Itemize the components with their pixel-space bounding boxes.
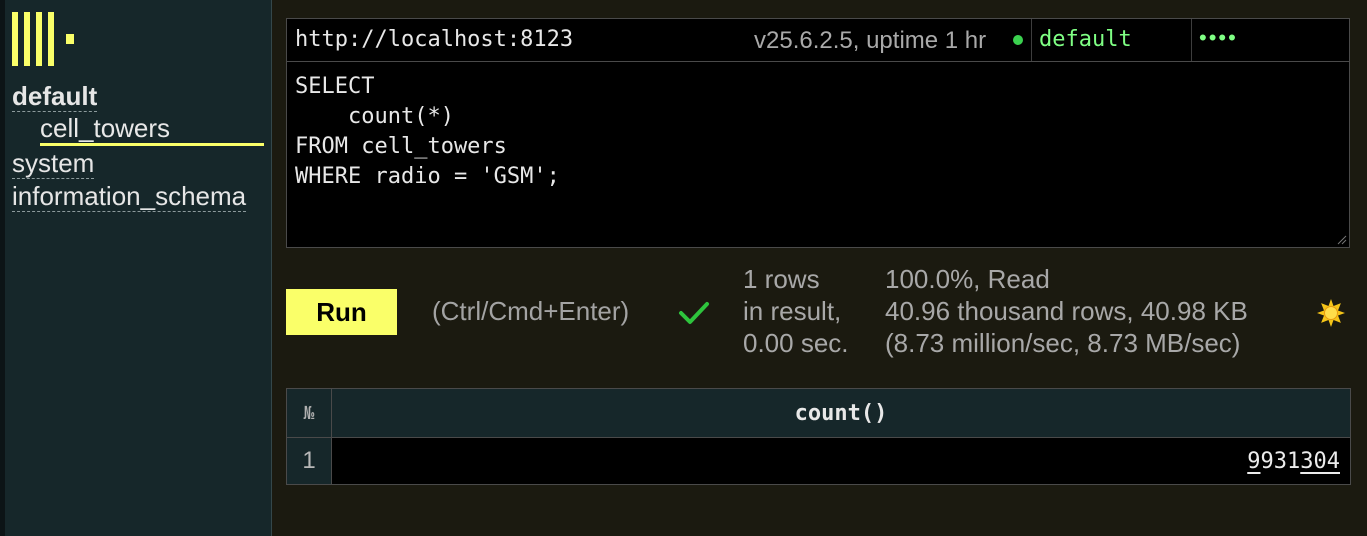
database-name[interactable]: default — [12, 81, 98, 112]
stats-line: in result, — [743, 296, 842, 326]
password-input[interactable]: •••• — [1199, 25, 1339, 51]
database-item-system[interactable]: system — [12, 147, 267, 180]
database-name[interactable]: information_schema — [12, 181, 247, 212]
divider — [1031, 19, 1032, 61]
read-progress-stats: 100.0%, Read 40.96 thousand rows, 40.98 … — [885, 263, 1248, 359]
stats-line: 1 rows — [743, 264, 820, 294]
database-item-information-schema[interactable]: information_schema — [12, 180, 267, 213]
connection-bar: http://localhost:8123 v25.6.2.5, uptime … — [286, 18, 1350, 62]
run-shortcut-hint: (Ctrl/Cmd+Enter) — [432, 296, 630, 326]
url-input[interactable]: http://localhost:8123 — [295, 27, 735, 52]
stats-line: 0.00 sec. — [743, 328, 849, 358]
connection-status-dot — [1013, 35, 1023, 45]
stats-line: 100.0%, Read — [885, 264, 1050, 294]
sidebar: default cell_towers system information_s… — [0, 0, 272, 536]
result-rows-stats: 1 rows in result, 0.00 sec. — [743, 263, 849, 359]
server-version-info: v25.6.2.5, uptime 1 hr — [754, 27, 987, 54]
digit-group: 931 — [1260, 448, 1301, 474]
resize-grip-icon[interactable] — [1337, 235, 1347, 245]
database-list: default cell_towers system information_s… — [12, 80, 267, 213]
digit-group: 9 — [1247, 448, 1261, 474]
query-editor[interactable]: SELECT count(*) FROM cell_towers WHERE r… — [286, 62, 1350, 248]
row-number-header: № — [286, 388, 332, 438]
database-name[interactable]: system — [12, 148, 95, 179]
sun-icon[interactable] — [1316, 298, 1346, 328]
table-header-row: № count() — [286, 388, 1351, 438]
user-input[interactable]: default — [1039, 27, 1179, 52]
digit-group: 304 — [1300, 448, 1340, 474]
table-item-cell-towers[interactable]: cell_towers — [40, 113, 264, 146]
query-text[interactable]: SELECT count(*) FROM cell_towers WHERE r… — [295, 72, 1341, 192]
database-item-default[interactable]: default — [12, 80, 267, 113]
app-root: default cell_towers system information_s… — [0, 0, 1367, 536]
divider — [1191, 19, 1192, 61]
result-cell[interactable]: 9931304 — [331, 437, 1351, 485]
check-icon — [679, 302, 709, 324]
table-row: 1 9931304 — [286, 437, 1351, 485]
stats-line: 40.96 thousand rows, 40.98 KB — [885, 296, 1248, 326]
run-button[interactable]: Run — [286, 289, 397, 335]
stats-line: (8.73 million/sec, 8.73 MB/sec) — [885, 328, 1241, 358]
clickhouse-logo — [12, 12, 74, 66]
result-table: № count() 1 9931304 — [286, 388, 1351, 485]
column-header-count[interactable]: count() — [331, 388, 1351, 438]
row-number: 1 — [286, 437, 332, 485]
